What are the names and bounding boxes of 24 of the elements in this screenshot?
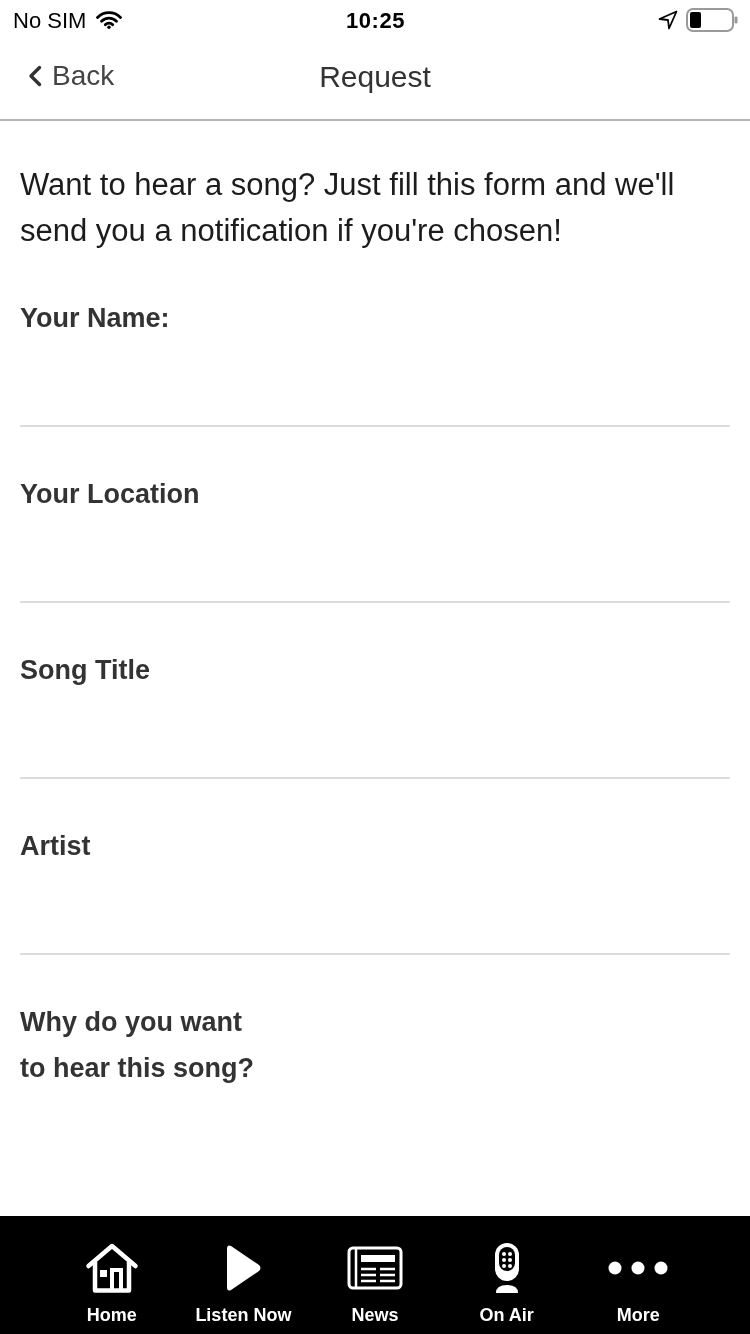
- newspaper-icon: [347, 1246, 403, 1290]
- screen-title: Request: [319, 58, 431, 95]
- field-label: Song Title: [20, 654, 151, 687]
- wifi-icon: [96, 11, 123, 29]
- play-icon: [224, 1243, 263, 1293]
- tab-bar-item[interactable]: Home: [46, 1216, 178, 1334]
- field-label: Your Location: [20, 478, 201, 511]
- ellipsis-icon: [608, 1261, 669, 1275]
- tab-bar-item[interactable]: More: [572, 1216, 704, 1334]
- carrier-text: No SIM: [13, 6, 87, 35]
- microphone-icon: [493, 1242, 520, 1294]
- intro-paragraph: Want to hear a song? Just fill this form and we'll send you a notification if you're chosen!: [20, 166, 676, 250]
- chevron-left-icon: [28, 64, 42, 87]
- tab-bar-item[interactable]: Listen Now: [177, 1216, 310, 1334]
- field-label: Your Name:: [20, 302, 171, 335]
- tab-bar-item[interactable]: On Air: [440, 1216, 573, 1334]
- status-time: 10:25: [346, 6, 405, 35]
- back-button[interactable]: Back: [28, 61, 115, 90]
- house-icon: [84, 1242, 139, 1294]
- field-label: Artist: [20, 830, 92, 863]
- tab-bar-item[interactable]: News: [309, 1216, 441, 1334]
- battery-icon: [686, 8, 738, 32]
- field-label: Why do you want to hear this song?: [20, 1006, 255, 1085]
- location-arrow-icon: [658, 10, 678, 30]
